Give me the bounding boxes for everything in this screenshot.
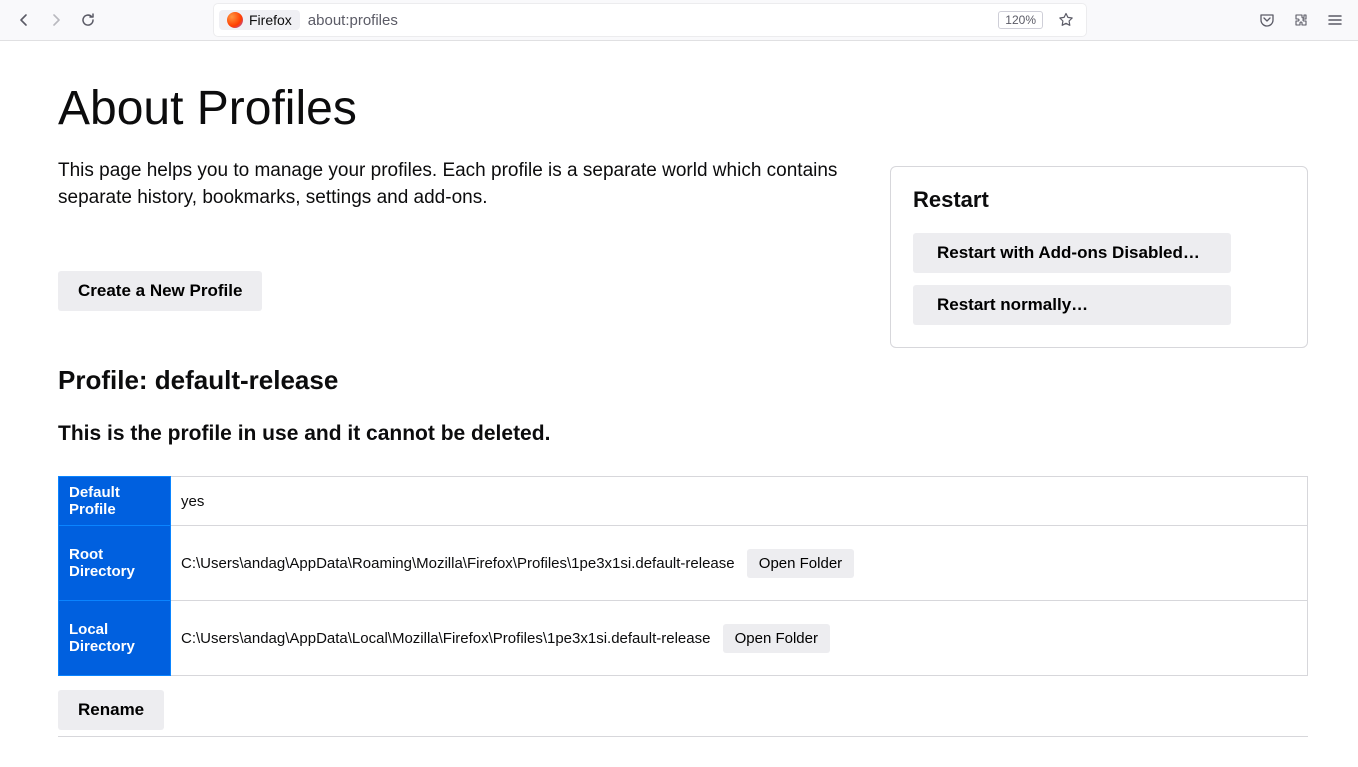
- page-description: This page helps you to manage your profi…: [58, 158, 868, 211]
- forward-button[interactable]: [40, 4, 72, 36]
- url-text: about:profiles: [308, 12, 999, 29]
- arrow-right-icon: [48, 12, 64, 28]
- hamburger-icon: [1327, 12, 1343, 28]
- browser-toolbar: Firefox about:profiles 120%: [0, 0, 1358, 41]
- toolbar-right: [1252, 5, 1350, 35]
- identity-label: Firefox: [249, 12, 292, 28]
- reload-button[interactable]: [72, 4, 104, 36]
- default-profile-label: Default Profile: [59, 477, 171, 526]
- arrow-left-icon: [16, 12, 32, 28]
- back-button[interactable]: [8, 4, 40, 36]
- restart-addons-disabled-button[interactable]: Restart with Add-ons Disabled…: [913, 233, 1231, 273]
- open-local-folder-button[interactable]: Open Folder: [723, 624, 830, 653]
- table-row: Default Profile yes: [59, 477, 1308, 526]
- table-row: Root Directory C:\Users\andag\AppData\Ro…: [59, 526, 1308, 601]
- page-title: About Profiles: [58, 81, 1308, 136]
- reload-icon: [80, 12, 96, 28]
- firefox-icon: [227, 12, 243, 28]
- create-profile-button[interactable]: Create a New Profile: [58, 271, 262, 311]
- site-identity[interactable]: Firefox: [219, 10, 300, 30]
- restart-heading: Restart: [913, 187, 1285, 213]
- pocket-button[interactable]: [1252, 5, 1282, 35]
- profile-table: Default Profile yes Root Directory C:\Us…: [58, 476, 1308, 676]
- zoom-indicator[interactable]: 120%: [998, 11, 1043, 29]
- profile-heading: Profile: default-release: [58, 365, 1308, 396]
- restart-panel: Restart Restart with Add-ons Disabled… R…: [890, 166, 1308, 348]
- rename-button[interactable]: Rename: [58, 690, 164, 730]
- pocket-icon: [1259, 12, 1275, 28]
- open-root-folder-button[interactable]: Open Folder: [747, 549, 854, 578]
- root-dir-path: C:\Users\andag\AppData\Roaming\Mozilla\F…: [181, 555, 735, 572]
- table-row: Local Directory C:\Users\andag\AppData\L…: [59, 601, 1308, 676]
- bookmark-star-button[interactable]: [1051, 5, 1081, 35]
- local-dir-path: C:\Users\andag\AppData\Local\Mozilla\Fir…: [181, 630, 710, 647]
- local-dir-cell: C:\Users\andag\AppData\Local\Mozilla\Fir…: [171, 601, 1308, 676]
- profile-actions: Rename: [58, 690, 1308, 730]
- restart-normally-button[interactable]: Restart normally…: [913, 285, 1231, 325]
- separator: [58, 736, 1308, 737]
- extensions-button[interactable]: [1286, 5, 1316, 35]
- puzzle-icon: [1293, 12, 1309, 28]
- local-dir-label: Local Directory: [59, 601, 171, 676]
- root-dir-cell: C:\Users\andag\AppData\Roaming\Mozilla\F…: [171, 526, 1308, 601]
- app-menu-button[interactable]: [1320, 5, 1350, 35]
- address-bar[interactable]: Firefox about:profiles 120%: [214, 4, 1086, 36]
- profile-inuse-note: This is the profile in use and it cannot…: [58, 422, 1308, 446]
- star-icon: [1058, 12, 1074, 28]
- root-dir-label: Root Directory: [59, 526, 171, 601]
- page-content: About Profiles This page helps you to ma…: [0, 41, 1358, 767]
- default-profile-value: yes: [171, 477, 1308, 526]
